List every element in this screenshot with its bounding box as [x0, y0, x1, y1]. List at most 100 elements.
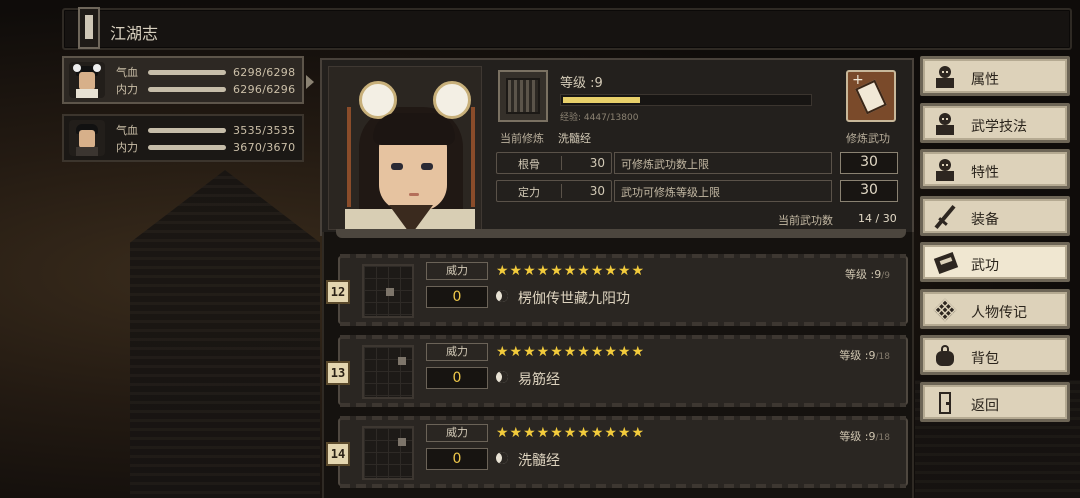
attr-value: 30 — [840, 180, 898, 202]
menu-equipment-button[interactable]: 装备 — [920, 196, 1070, 236]
skill-name: 洗髓经 — [518, 453, 560, 469]
person-icon — [933, 158, 957, 182]
scroll-book-icon — [78, 7, 100, 49]
skill-icon — [362, 345, 414, 399]
person-icon — [933, 112, 957, 136]
attr-description: 可修炼武功数上限 — [614, 152, 832, 174]
menu-label: 装备 — [971, 212, 999, 228]
attr-name: 定力 — [518, 186, 540, 199]
skill-level: 等级 :9/9 — [845, 268, 890, 281]
power-value: 0 — [426, 286, 488, 308]
learn-skill-label: 修炼武功 — [846, 132, 890, 145]
mp-label: 内力 — [116, 141, 138, 154]
skill-icon — [362, 426, 414, 480]
attr-row-dingli: 定力 30 武功可修炼等级上限 30 — [496, 180, 898, 202]
hp-row: 气血 3535/3535 — [116, 123, 296, 138]
hp-label: 气血 — [116, 66, 138, 79]
person-icon — [933, 65, 957, 89]
menu-label: 武学技法 — [971, 119, 1027, 135]
menu-martial-techniques-button[interactable]: 武学技法 — [920, 103, 1070, 143]
mp-value: 3670/3670 — [233, 140, 296, 154]
mp-value: 6296/6296 — [233, 82, 296, 96]
party-member-card-1[interactable]: 气血 6298/6298 内力 6296/6296 — [62, 56, 314, 104]
menu-label: 人物传记 — [971, 305, 1027, 321]
skill-icon — [362, 264, 414, 318]
row-number: 13 — [326, 361, 350, 385]
mp-label: 内力 — [116, 83, 138, 96]
power-label: 威力 — [426, 424, 488, 442]
skill-name: 易筋经 — [518, 372, 560, 388]
attr-value: 30 — [840, 152, 898, 174]
hp-value: 6298/6298 — [233, 65, 296, 79]
skill-row-14[interactable]: 14 威力 0 ★★★★★★★★★★★ 洗髓经 等级 :9/18 — [326, 416, 908, 488]
mp-bar — [148, 86, 226, 92]
skill-level: 等级 :9/18 — [839, 430, 890, 443]
attr-row-gengu: 根骨 30 可修炼武功数上限 30 — [496, 152, 898, 174]
sword-icon — [933, 204, 957, 230]
hp-row: 气血 6298/6298 — [116, 65, 296, 80]
attr-box: 定力 30 — [496, 180, 612, 202]
attr-description: 武功可修炼等级上限 — [614, 180, 832, 202]
star-rating: ★★★★★★★★★★★ — [496, 263, 646, 279]
attr-number: 30 — [561, 184, 607, 198]
mp-row: 内力 6296/6296 — [116, 82, 296, 97]
exp-bar — [560, 94, 812, 106]
avatar — [69, 120, 105, 156]
menu-biography-button[interactable]: 人物传记 — [920, 289, 1070, 329]
hp-bar — [148, 127, 226, 133]
row-number: 12 — [326, 280, 350, 304]
avatar — [69, 62, 105, 98]
attr-box: 根骨 30 — [496, 152, 612, 174]
power-label: 威力 — [426, 262, 488, 280]
skill-name: 楞伽传世藏九阳功 — [518, 291, 630, 307]
menu-martial-arts-button[interactable]: 武功 — [920, 242, 1070, 282]
door-icon — [933, 391, 957, 415]
party-member-card-2[interactable]: 气血 3535/3535 内力 3670/3670 — [62, 114, 304, 162]
power-value: 0 — [426, 448, 488, 470]
attr-name: 根骨 — [518, 158, 540, 171]
star-rating: ★★★★★★★★★★★ — [496, 425, 646, 441]
yinyang-icon — [494, 369, 510, 385]
list-scroll-edge — [336, 229, 906, 238]
menu-attributes-button[interactable]: 属性 — [920, 56, 1070, 96]
menu-traits-button[interactable]: 特性 — [920, 149, 1070, 189]
star-rating: ★★★★★★★★★★★ — [496, 344, 646, 360]
row-number: 14 — [326, 442, 350, 466]
character-portrait — [328, 66, 482, 230]
menu-label: 特性 — [971, 165, 999, 181]
attr-number: 30 — [561, 156, 607, 170]
learn-skill-button[interactable]: + — [846, 70, 896, 122]
mp-row: 内力 3670/3670 — [116, 140, 296, 155]
bag-icon — [933, 344, 957, 368]
hp-bar — [148, 69, 226, 75]
current-skill-scroll-icon[interactable] — [498, 70, 548, 122]
power-value: 0 — [426, 367, 488, 389]
scroll-icon — [933, 298, 957, 322]
skill-count-value: 14 / 30 — [858, 212, 897, 225]
menu-back-button[interactable]: 返回 — [920, 382, 1070, 422]
exp-bar-fill — [561, 95, 642, 105]
skill-count-label: 当前武功数 — [778, 214, 833, 227]
skill-row-13[interactable]: 13 威力 0 ★★★★★★★★★★★ 易筋经 等级 :9/18 — [326, 335, 908, 407]
menu-label: 属性 — [971, 72, 999, 88]
yinyang-icon — [494, 450, 510, 466]
menu-label: 武功 — [971, 258, 999, 274]
skill-level: 等级 :9/18 — [839, 349, 890, 362]
character-panel: 等级 :9 经验: 4447/13800 当前修炼 洗髓经 + 修炼武功 根骨 … — [320, 58, 914, 236]
yinyang-icon — [494, 288, 510, 304]
page-title: 江湖志 — [110, 24, 159, 43]
title-bar: 江湖志 — [62, 7, 1072, 50]
menu-label: 返回 — [971, 398, 999, 414]
menu-label: 背包 — [971, 351, 999, 367]
exp-text: 经验: 4447/13800 — [560, 113, 639, 123]
menu-inventory-button[interactable]: 背包 — [920, 335, 1070, 375]
level-label: 等级 :9 — [560, 76, 603, 91]
hp-label: 气血 — [116, 124, 138, 137]
book-icon — [933, 251, 959, 275]
hp-value: 3535/3535 — [233, 123, 296, 137]
current-training-label: 当前修炼 — [500, 132, 544, 145]
skill-row-12[interactable]: 12 威力 0 ★★★★★★★★★★★ 楞伽传世藏九阳功 等级 :9/9 — [326, 254, 908, 326]
power-label: 威力 — [426, 343, 488, 361]
current-training-value: 洗髓经 — [558, 132, 591, 145]
mp-bar — [148, 144, 226, 150]
